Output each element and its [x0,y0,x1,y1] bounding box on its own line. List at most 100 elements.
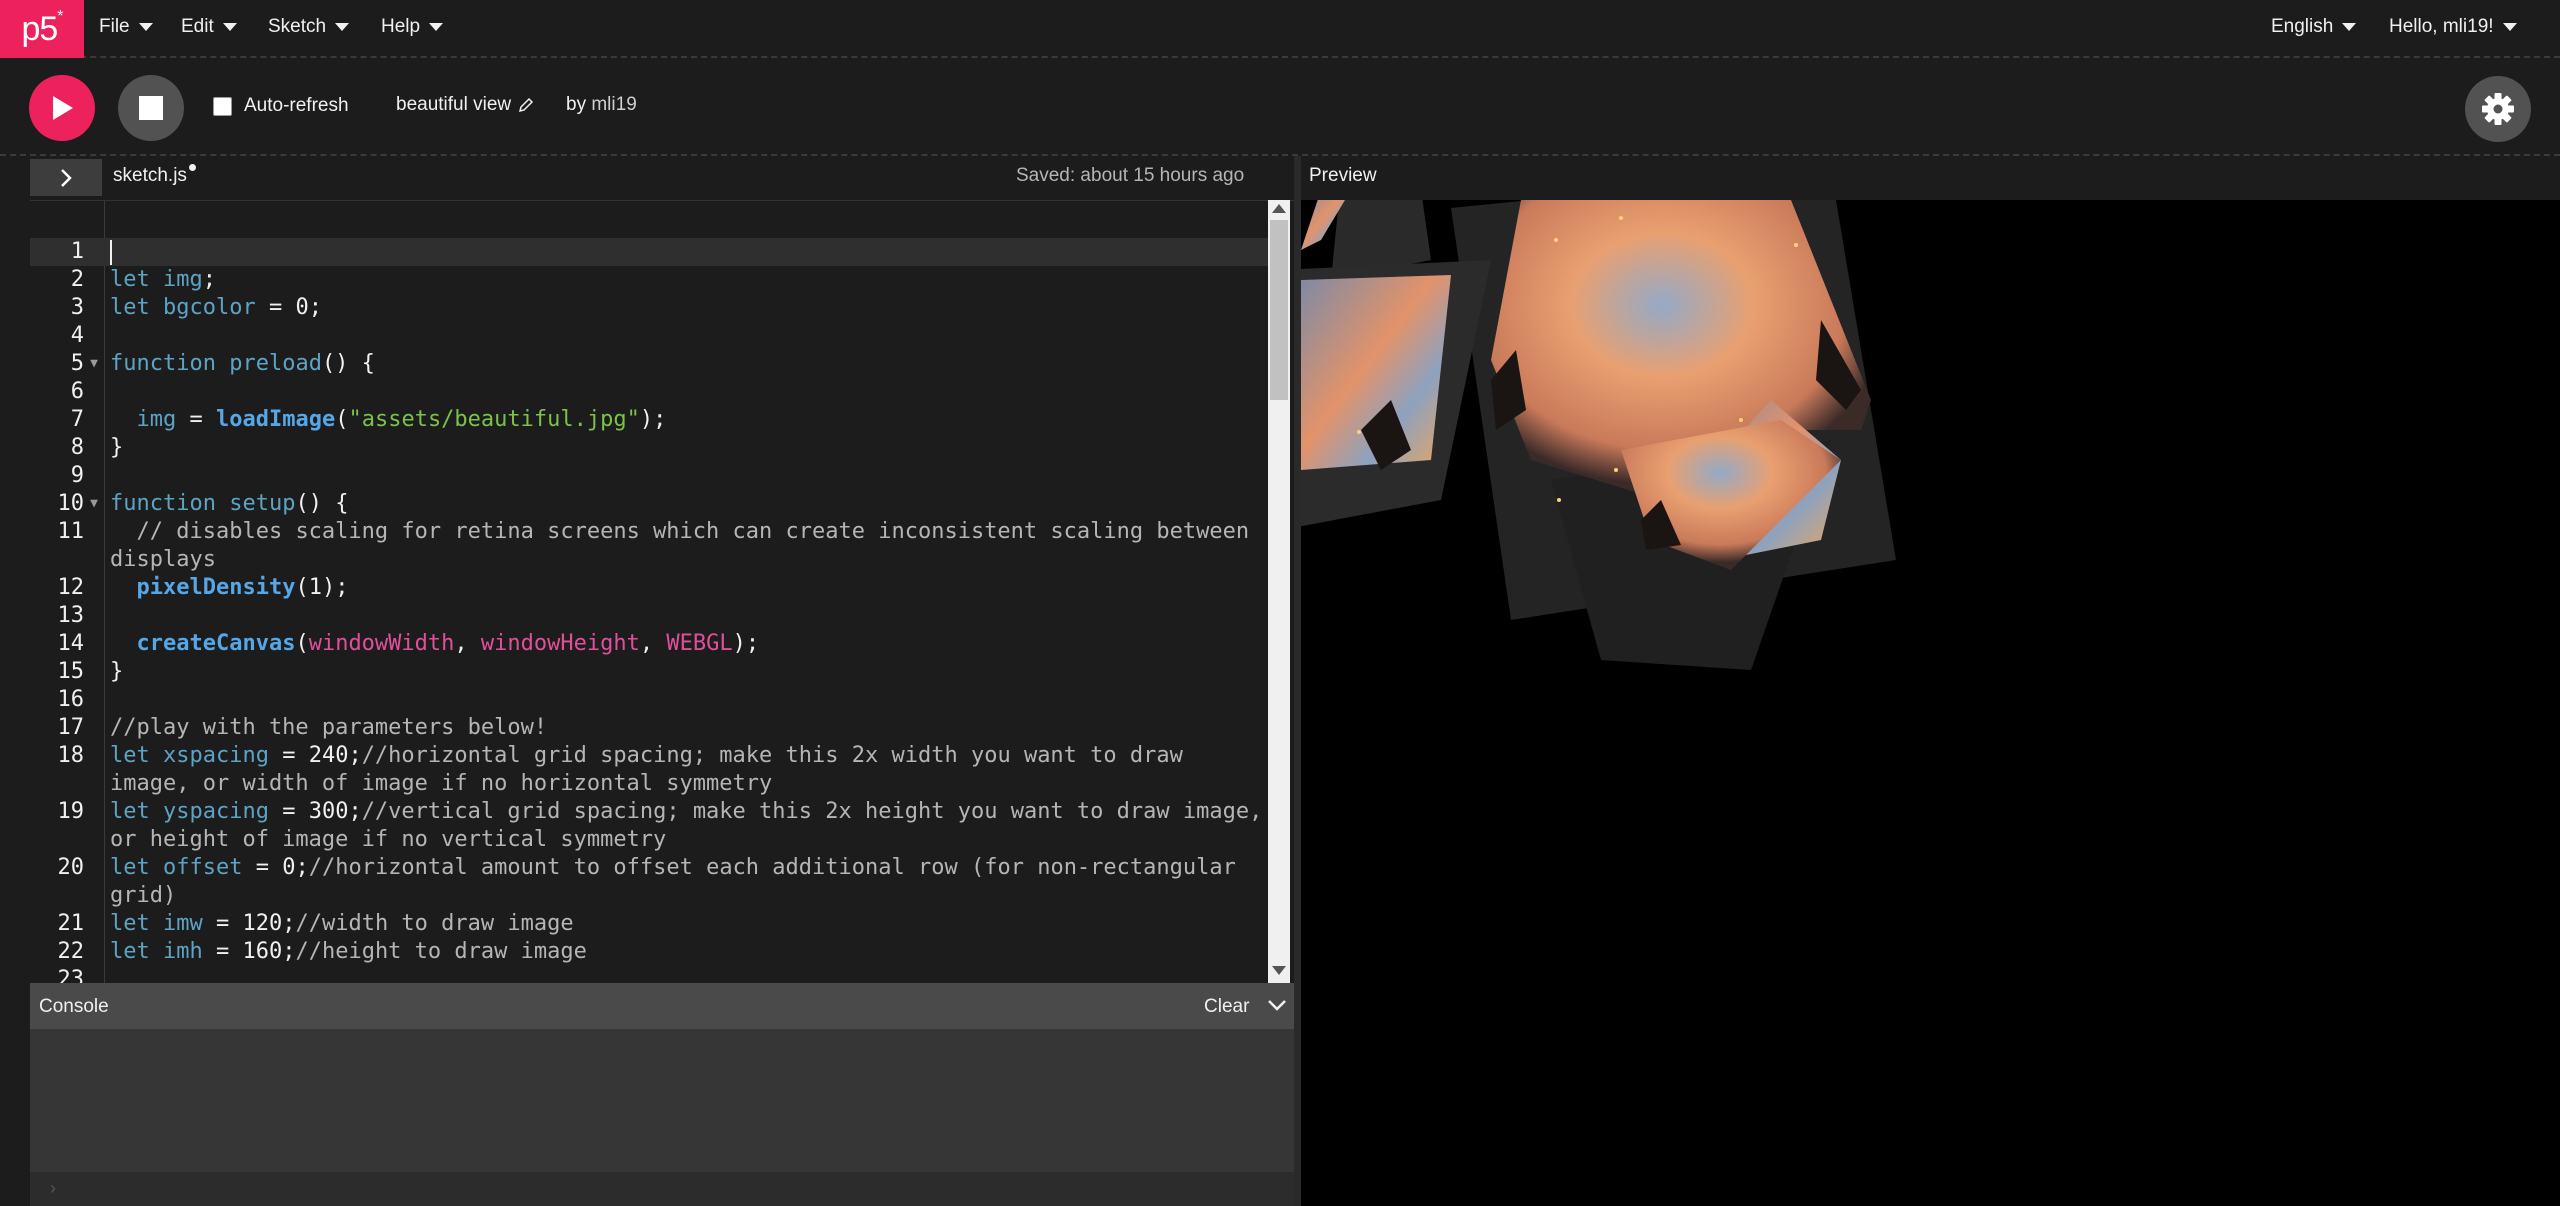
menu-help-label: Help [381,16,421,37]
code-line[interactable]: 13 [30,602,1270,630]
play-icon [53,96,73,120]
line-number: 3 [70,295,84,320]
code-text: createCanvas(windowWidth, windowHeight, … [136,631,760,656]
editor-scrollbar-thumb[interactable] [1270,220,1288,400]
code-text: let bgcolor = 0; [110,295,322,320]
sketch-preview-canvas[interactable] [1301,200,2560,1206]
code-line[interactable]: 5 ▼ function preload() { [30,350,1270,378]
menu-sketch-label: Sketch [268,16,327,37]
top-nav: p5* File Edit Sketch Help English Hello,… [0,0,2560,58]
language-label: English [2271,16,2334,37]
pencil-icon[interactable] [518,97,534,113]
menu-file-label: File [99,16,130,37]
chevron-down-icon [2502,23,2517,31]
line-number: 20 [57,855,85,880]
code-text: let xspacing = 240;//horizontal grid spa… [110,743,1197,796]
line-number: 9 [70,463,84,488]
menu-sketch[interactable]: Sketch [268,0,350,54]
line-number: 23 [57,967,85,984]
fold-arrow-icon[interactable]: ▼ [84,350,104,378]
code-line[interactable]: 1 [30,238,1270,266]
code-text: pixelDensity(1); [136,575,349,600]
code-lines[interactable]: 1 2 let img; 3 let bgcolor = 0; 4 5 ▼ function p… [30,238,1270,984]
toolbar: Auto-refresh beautiful view by mli19 [0,58,2560,156]
code-line[interactable]: 9 [30,462,1270,490]
code-line[interactable]: 18 let xspacing = 240;//horizontal grid s… [30,742,1270,798]
code-line[interactable]: 11 // disables scaling for retina screen… [30,518,1270,574]
sketch-name-label: beautiful view [396,94,512,115]
line-number: 10 [57,491,85,516]
code-line[interactable]: 14 createCanvas(windowWidth, windowHeigh… [30,630,1270,658]
preview-label: Preview [1309,165,1377,186]
fold-arrow-icon[interactable]: ▼ [84,490,104,518]
code-text: // disables scaling for retina screens w… [110,519,1263,572]
code-line[interactable]: 20 let offset = 0;//horizontal amount to … [30,854,1270,910]
chevron-down-icon [2342,23,2357,31]
stop-button[interactable] [118,75,184,141]
line-number: 19 [57,799,85,824]
code-line[interactable]: 7 img = loadImage("assets/beautiful.jpg"… [30,406,1270,434]
line-number: 11 [57,519,85,544]
language-select[interactable]: English [2271,0,2357,54]
scroll-down-arrow-icon[interactable] [1272,966,1286,975]
code-line[interactable]: 19 let yspacing = 300;//vertical grid spa… [30,798,1270,854]
code-editor[interactable]: 1 2 let img; 3 let bgcolor = 0; 4 5 ▼ function p… [30,200,1294,984]
auto-refresh-checkbox[interactable] [213,96,232,116]
line-number: 2 [70,267,84,292]
menu-file[interactable]: File [99,0,153,54]
auto-refresh-toggle[interactable]: Auto-refresh [213,95,349,117]
chevron-down-icon [138,23,153,31]
code-line[interactable]: 2 let img; [30,266,1270,294]
menu-edit-label: Edit [181,16,214,37]
code-line[interactable]: 10 ▼ function setup() { [30,490,1270,518]
author-link[interactable]: mli19 [591,94,636,115]
code-line[interactable]: 12 pixelDensity(1); [30,574,1270,602]
code-line[interactable]: 15} [30,658,1270,686]
code-line[interactable]: 4 [30,322,1270,350]
chevron-right-icon [61,168,72,187]
code-text: img = loadImage("assets/beautiful.jpg"); [136,407,667,432]
line-number: 6 [70,379,84,404]
code-text: function setup() { [110,491,349,516]
line-number: 15 [57,659,85,684]
code-line[interactable]: 23 [30,966,1270,984]
line-number: 16 [57,687,85,712]
chevron-down-icon [335,23,350,31]
console-clear-button[interactable]: Clear [1204,996,1249,1018]
code-line[interactable]: 21 let imw = 120;//width to draw image [30,910,1270,938]
pane-divider[interactable] [1294,156,1301,1206]
user-menu[interactable]: Hello, mli19! [2389,0,2517,54]
menu-edit[interactable]: Edit [181,0,237,54]
line-number: 12 [57,575,85,600]
logo-text: p5* [21,8,63,48]
code-text: function preload() { [110,351,375,376]
sidebar-toggle-button[interactable] [30,159,102,196]
play-button[interactable] [29,75,95,141]
code-line[interactable]: 3 let bgcolor = 0; [30,294,1270,322]
chevron-down-icon[interactable] [1267,998,1287,1012]
code-line[interactable]: 6 [30,378,1270,406]
code-line[interactable]: 16 [30,686,1270,714]
scroll-up-arrow-icon[interactable] [1272,204,1286,213]
code-line[interactable]: 8} [30,434,1270,462]
sketch-name[interactable]: beautiful view [396,94,534,116]
p5-logo[interactable]: p5* [0,0,84,58]
gear-icon [2482,93,2514,125]
menu-help[interactable]: Help [381,0,444,54]
settings-button[interactable] [2465,76,2531,142]
console-input[interactable]: › [30,1172,1294,1206]
code-line[interactable]: 22 let imh = 160;//height to draw image [30,938,1270,966]
code-line[interactable]: 17 //play with the parameters below! [30,714,1270,742]
file-tab-sketch-js[interactable]: sketch.js [113,164,196,187]
